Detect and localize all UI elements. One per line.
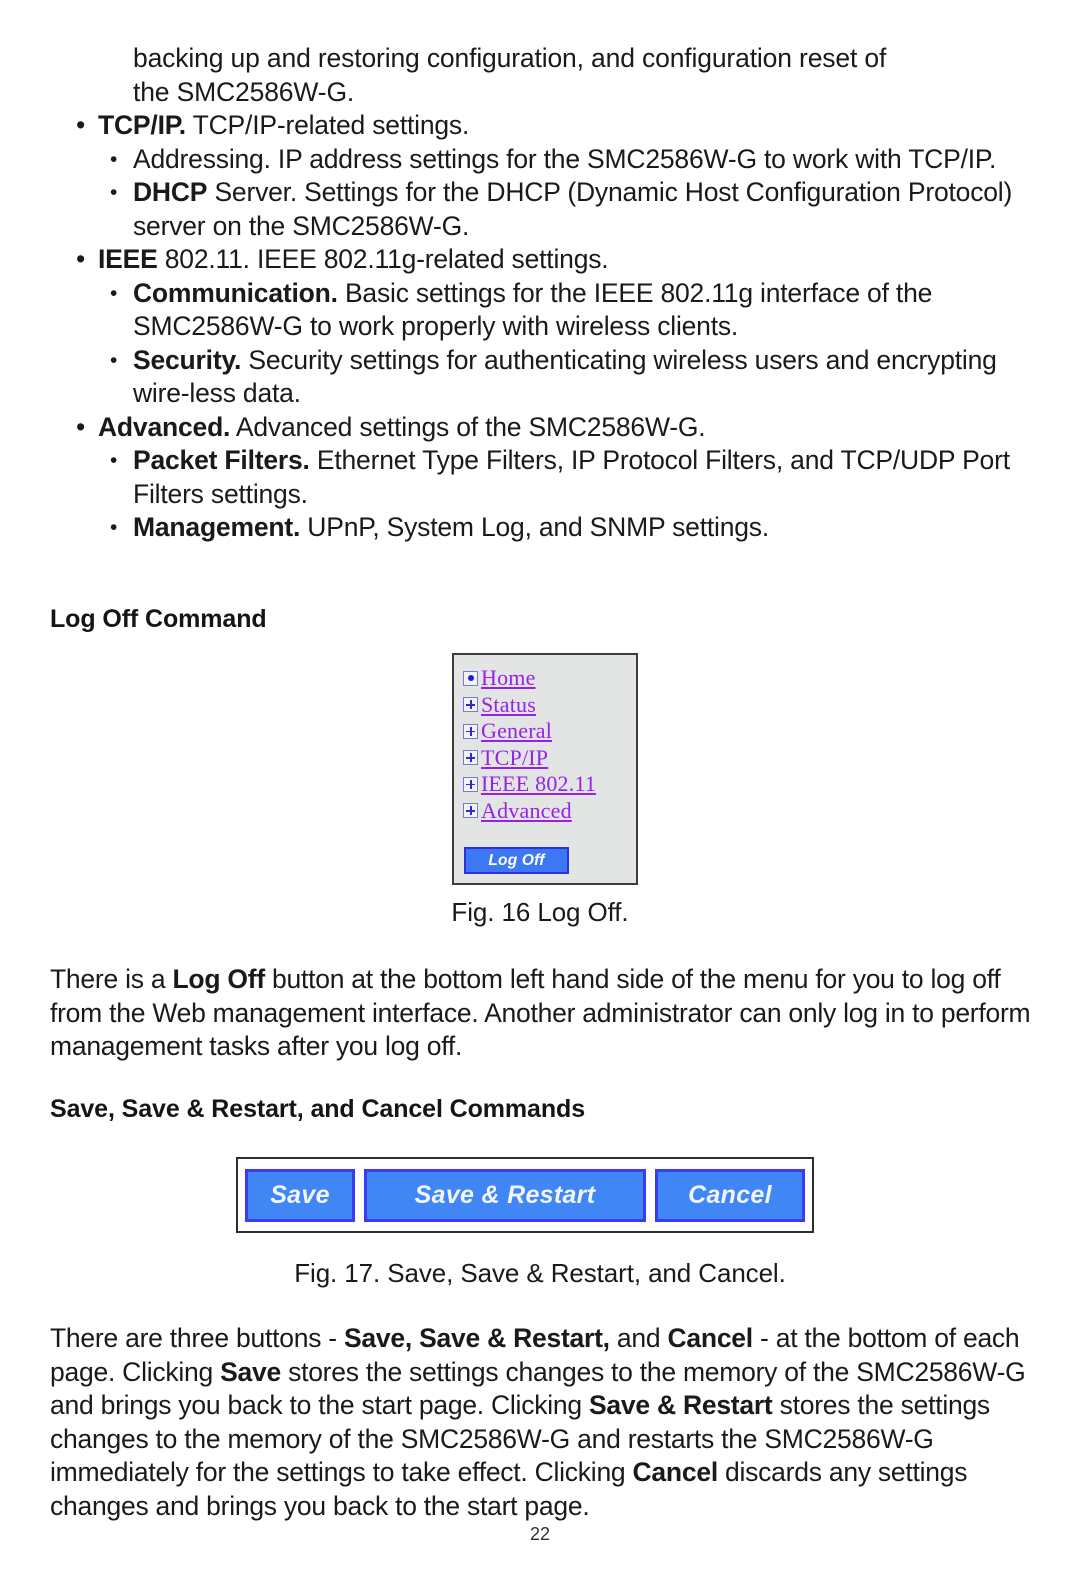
document-page: backing up and restoring configuration, …: [0, 0, 1080, 1570]
bullet-item: • Packet Filters. Ethernet Type Filters, …: [107, 444, 1032, 511]
bullet-text: DHCP Server. Settings for the DHCP (Dyna…: [133, 176, 1032, 243]
emphasis-term: Save & Restart: [588, 1390, 773, 1420]
section-heading-log-off: Log Off Command: [50, 605, 267, 633]
section-heading-save-commands: Save, Save & Restart, and Cancel Command…: [50, 1095, 585, 1123]
emphasis-term: Save: [220, 1356, 281, 1387]
bullet-term: Communication.: [133, 277, 338, 308]
bullet-item: • Addressing. IP address settings for the…: [107, 143, 1032, 177]
bullet-items-container: • TCP/IP. TCP/IP-related settings. • Addres…: [72, 109, 1032, 545]
restart-button[interactable]: Save & Restart: [364, 1168, 646, 1222]
bullet-item: • TCP/IP. TCP/IP-related settings.: [72, 109, 1032, 143]
menu-item-label[interactable]: IEEE 802.11: [481, 772, 596, 796]
bullet-description: UPnP, System Log, and SNMP settings.: [300, 512, 770, 542]
page-number: 22: [529, 1524, 551, 1544]
paragraph-text: There is a: [50, 964, 173, 994]
bullet-term: IEEE: [98, 244, 158, 274]
menu-item-label[interactable]: Home: [481, 666, 536, 690]
expand-plus-icon[interactable]: [463, 803, 478, 819]
menu-item-status[interactable]: Status: [463, 692, 596, 719]
menu-item-tcp-ip[interactable]: TCP/IP: [463, 745, 596, 772]
bullet-marker-icon: •: [76, 244, 86, 274]
expand-plus-icon[interactable]: [463, 750, 478, 766]
bullet-term: TCP/IP.: [98, 110, 186, 140]
bullet-description: Server. Settings for the DHCP (Dynamic H…: [133, 177, 1013, 241]
emphasis-term: Cancel: [632, 1457, 719, 1487]
save-button[interactable]: Save: [245, 1168, 355, 1222]
figure-17-save-buttons: Save Save & Restart Cancel: [236, 1157, 814, 1233]
bullet-description: TCP/IP-related settings.: [185, 110, 470, 140]
paragraph-text: There are three buttons -: [50, 1323, 344, 1353]
bullet-marker-icon: •: [110, 449, 118, 472]
bullet-text: Communication. Basic settings for the IE…: [133, 277, 1032, 344]
bullet-item: • Management. UPnP, System Log, and SNMP …: [107, 511, 1032, 545]
figure-16-log-off-menu: Home Status General TCP/IP IEEE 802.11 Advanc…: [452, 653, 638, 885]
bullet-description: Security settings for authenticating wir…: [133, 344, 997, 409]
bullet-description: Advanced settings of the SMC2586W-G.: [230, 411, 706, 442]
menu-item-general[interactable]: General: [463, 718, 596, 745]
bullet-text: Management. UPnP, System Log, and SNMP s…: [133, 511, 1032, 545]
bullet-marker-icon: •: [110, 516, 118, 539]
figure-17-caption: Fig. 17. Save, Save & Restart, and Cance…: [294, 1258, 786, 1288]
bullet-item: • Communication. Basic settings for the I…: [107, 277, 1032, 344]
menu-item-ieee-802-11[interactable]: IEEE 802.11: [463, 771, 596, 798]
navigation-menu: Home Status General TCP/IP IEEE 802.11 Advanc…: [463, 665, 596, 824]
feature-bullet-list: backing up and restoring configuration, …: [72, 42, 1032, 545]
bullet-term: Packet Filters.: [133, 445, 310, 475]
bullet-marker-icon: •: [110, 147, 118, 171]
bullet-text: IEEE 802.11. IEEE 802.11g-related settin…: [98, 243, 1032, 277]
bullet-marker-icon: •: [110, 348, 118, 372]
expand-plus-icon[interactable]: [463, 697, 478, 713]
menu-item-label[interactable]: General: [481, 719, 552, 743]
bullet-description: Addressing. IP address settings for the …: [133, 143, 997, 174]
menu-item-home[interactable]: Home: [463, 665, 596, 692]
bullet-text: TCP/IP. TCP/IP-related settings.: [98, 109, 1032, 143]
continuation-text: backing up and restoring configuration, …: [133, 43, 887, 107]
bullet-term: DHCP: [133, 177, 208, 207]
cancel-button[interactable]: Cancel: [655, 1168, 805, 1222]
bullet-term: Advanced.: [98, 411, 231, 442]
bullet-item: • Advanced. Advanced settings of the SMC2…: [72, 411, 1032, 445]
bullet-text: Packet Filters. Ethernet Type Filters, I…: [133, 444, 1032, 511]
bullet-text: Advanced. Advanced settings of the SMC25…: [98, 411, 1032, 445]
paragraph-save-commands: There are three buttons - Save, Save & R…: [50, 1322, 1035, 1523]
radio-dot-icon[interactable]: [463, 670, 478, 686]
bullet-marker-icon: •: [110, 181, 118, 204]
bullet-marker-icon: •: [76, 411, 86, 442]
bullet-description: 802.11. IEEE 802.11g-related settings.: [157, 244, 609, 274]
paragraph-log-off: There is a Log Off button at the bottom …: [50, 963, 1032, 1064]
bullet-text: Addressing. IP address settings for the …: [133, 143, 1032, 177]
expand-plus-icon[interactable]: [463, 776, 478, 792]
bullet-term: Management.: [133, 512, 301, 542]
bullet-item: • Security. Security settings for authent…: [107, 344, 1032, 411]
log-off-button[interactable]: Log Off: [464, 847, 569, 874]
figure-16-caption: Fig. 16 Log Off.: [451, 897, 629, 927]
emphasis-term: Cancel: [667, 1323, 754, 1353]
menu-item-advanced[interactable]: Advanced: [463, 798, 596, 825]
menu-item-label[interactable]: TCP/IP: [481, 745, 548, 770]
bullet-item: • DHCP Server. Settings for the DHCP (Dyn…: [107, 176, 1032, 243]
bullet-marker-icon: •: [110, 281, 118, 305]
menu-item-label[interactable]: Advanced: [481, 798, 572, 823]
emphasis-term: Log Off: [172, 964, 265, 994]
menu-item-label[interactable]: Status: [481, 692, 536, 717]
bullet-text: Security. Security settings for authenti…: [133, 344, 1032, 411]
paragraph-text: and: [609, 1323, 668, 1353]
bullet-marker-icon: •: [76, 110, 86, 140]
expand-plus-icon[interactable]: [463, 723, 478, 739]
emphasis-term: Save, Save & Restart,: [344, 1323, 610, 1353]
bullet-item: • IEEE 802.11. IEEE 802.11g-related setti…: [72, 243, 1032, 277]
bullet-term: Security.: [133, 344, 242, 375]
